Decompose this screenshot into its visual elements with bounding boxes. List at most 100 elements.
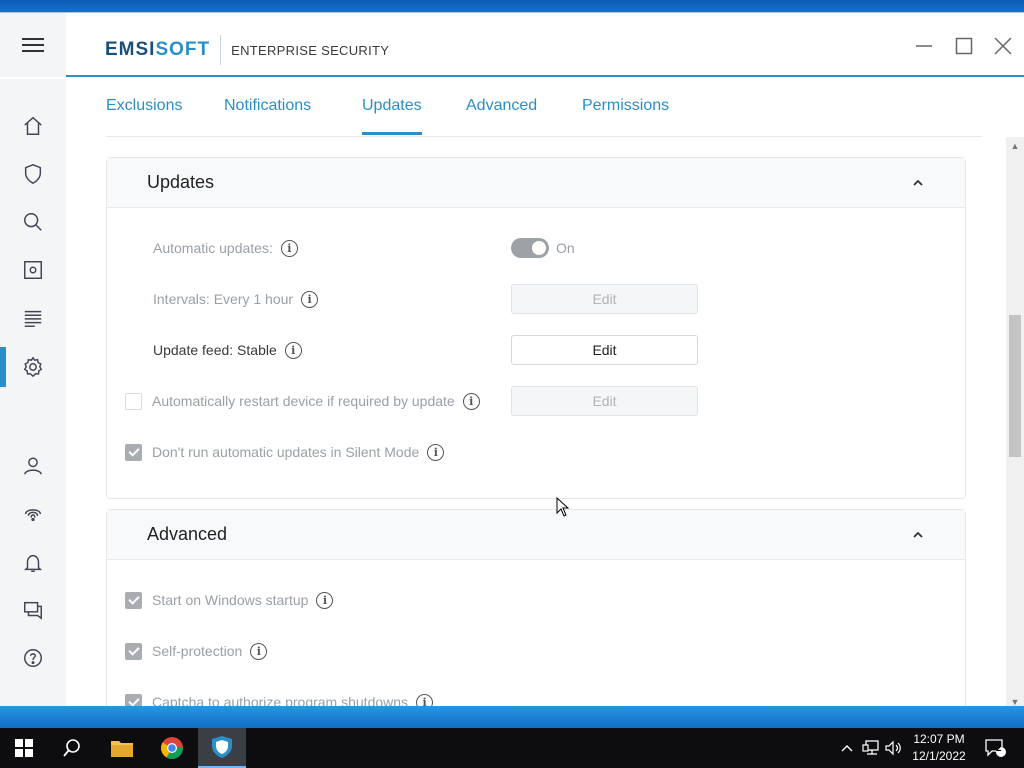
sidebar-item-protection[interactable] xyxy=(0,154,66,194)
sidebar-item-notifications[interactable] xyxy=(0,543,66,583)
search-icon xyxy=(24,213,42,231)
maximize-button[interactable] xyxy=(949,31,979,61)
app-window: EMSISOFT ENTERPRISE SECURITY Exclusions … xyxy=(0,12,1024,719)
scroll-up-icon[interactable]: ▲ xyxy=(1010,141,1020,151)
taskbar-search-button[interactable] xyxy=(48,728,96,768)
notifications-icon xyxy=(985,739,1006,757)
volume-tray-button[interactable] xyxy=(884,728,904,768)
chevron-up-icon[interactable] xyxy=(911,528,925,542)
silent-mode-checkbox[interactable] xyxy=(125,443,142,461)
update-feed-label: Update feed: Stable xyxy=(153,342,277,358)
self-protection-row: Self-protection i xyxy=(125,639,268,663)
settings-tabs: Exclusions Notifications Updates Advance… xyxy=(106,79,982,137)
speaker-icon xyxy=(885,740,901,756)
show-hidden-icons-button[interactable] xyxy=(838,728,856,768)
self-protection-label: Self-protection xyxy=(152,643,243,659)
update-feed-row: Update feed: Stable i xyxy=(153,338,302,362)
minimize-button[interactable] xyxy=(909,31,939,61)
chevron-up-icon xyxy=(841,745,853,752)
chrome-button[interactable] xyxy=(148,728,196,768)
logs-icon xyxy=(24,310,42,327)
brand-suffix: SOFT xyxy=(155,39,211,60)
home-icon xyxy=(24,116,42,135)
auto-restart-checkbox[interactable] xyxy=(125,392,142,410)
sidebar-item-quarantine[interactable] xyxy=(0,250,66,290)
settings-content: Updates Automatic updates: i On Interval… xyxy=(66,137,1006,713)
tab-updates[interactable]: Updates xyxy=(362,97,422,135)
auto-restart-row: Automatically restart device if required… xyxy=(125,389,480,413)
tab-permissions[interactable]: Permissions xyxy=(582,97,669,115)
app-logo: EMSISOFT ENTERPRISE SECURITY xyxy=(105,35,389,65)
search-icon xyxy=(63,739,80,757)
emsisoft-taskbar-button[interactable] xyxy=(198,728,246,768)
scrollbar-thumb[interactable] xyxy=(1009,315,1021,457)
info-icon[interactable]: i xyxy=(284,341,302,359)
silent-mode-label: Don't run automatic updates in Silent Mo… xyxy=(152,444,420,460)
tab-notifications[interactable]: Notifications xyxy=(224,97,311,115)
logo-separator xyxy=(220,35,222,65)
sidebar-item-account[interactable] xyxy=(0,446,66,486)
auto-restart-label: Automatically restart device if required… xyxy=(152,393,455,409)
action-center-button[interactable]: 2 xyxy=(978,728,1012,768)
start-button[interactable] xyxy=(0,728,48,768)
start-on-startup-label: Start on Windows startup xyxy=(152,592,309,608)
info-icon[interactable]: i xyxy=(250,642,268,660)
silent-mode-row: Don't run automatic updates in Silent Mo… xyxy=(125,440,445,464)
automatic-updates-label: Automatic updates: xyxy=(153,240,273,256)
settings-icon xyxy=(23,356,43,378)
updates-card-header[interactable]: Updates xyxy=(107,158,965,208)
tab-exclusions[interactable]: Exclusions xyxy=(106,97,182,115)
network-tray-button[interactable] xyxy=(860,728,882,768)
automatic-updates-state: On xyxy=(556,240,575,256)
start-on-startup-checkbox[interactable] xyxy=(125,591,142,609)
emsisoft-shield-icon xyxy=(212,736,232,758)
self-protection-checkbox[interactable] xyxy=(125,642,142,660)
chrome-icon xyxy=(161,737,183,759)
network-icon xyxy=(862,740,879,755)
info-icon[interactable]: i xyxy=(462,392,480,410)
auto-restart-edit-button[interactable]: Edit xyxy=(511,386,698,416)
sidebar-item-scan[interactable] xyxy=(0,202,66,242)
hamburger-menu-button[interactable] xyxy=(0,13,66,77)
advanced-card-title: Advanced xyxy=(147,524,228,544)
intervals-row: Intervals: Every 1 hour i xyxy=(153,287,319,311)
automatic-updates-row: Automatic updates: i xyxy=(153,236,298,260)
sidebar-item-logs[interactable] xyxy=(0,298,66,338)
info-icon[interactable]: i xyxy=(316,591,334,609)
folder-icon xyxy=(111,741,133,757)
intervals-label: Intervals: Every 1 hour xyxy=(153,291,294,307)
fingerprint-icon xyxy=(24,509,42,522)
sidebar-item-settings[interactable] xyxy=(0,347,66,387)
info-icon[interactable]: i xyxy=(301,290,319,308)
content-scrollbar[interactable]: ▲ ▼ xyxy=(1006,137,1024,719)
close-button[interactable] xyxy=(988,31,1018,61)
update-feed-edit-button[interactable]: Edit xyxy=(511,335,698,365)
chat-icon xyxy=(24,601,42,620)
close-icon xyxy=(994,37,1012,55)
sidebar-item-home[interactable] xyxy=(0,106,66,146)
clock-time: 12:07 PM xyxy=(913,732,965,746)
sidebar-item-connection[interactable] xyxy=(0,494,66,534)
intervals-edit-button[interactable]: Edit xyxy=(511,284,698,314)
sidebar-item-help[interactable] xyxy=(0,638,66,678)
minimize-icon xyxy=(916,45,932,47)
brand-name: EMSISOFT xyxy=(105,39,210,61)
file-explorer-button[interactable] xyxy=(98,728,146,768)
tab-advanced[interactable]: Advanced xyxy=(466,97,537,115)
desktop-background-bottom xyxy=(0,706,1024,728)
automatic-updates-toggle[interactable] xyxy=(511,238,549,258)
info-icon[interactable]: i xyxy=(427,443,445,461)
updates-card: Updates Automatic updates: i On Interval… xyxy=(106,157,966,499)
product-name: ENTERPRISE SECURITY xyxy=(231,42,390,58)
start-on-startup-row: Start on Windows startup i xyxy=(125,588,334,612)
advanced-card-header[interactable]: Advanced xyxy=(107,510,965,560)
chevron-up-icon[interactable] xyxy=(911,176,925,190)
updates-card-title: Updates xyxy=(147,172,215,192)
info-icon[interactable]: i xyxy=(280,239,298,257)
sidebar xyxy=(0,79,66,713)
hamburger-icon xyxy=(22,44,44,46)
taskbar-clock[interactable]: 12:07 PM 12/1/2022 xyxy=(906,731,972,765)
scan-icon xyxy=(24,261,42,279)
title-bar: EMSISOFT ENTERPRISE SECURITY xyxy=(0,13,1024,77)
sidebar-item-feedback[interactable] xyxy=(0,590,66,630)
